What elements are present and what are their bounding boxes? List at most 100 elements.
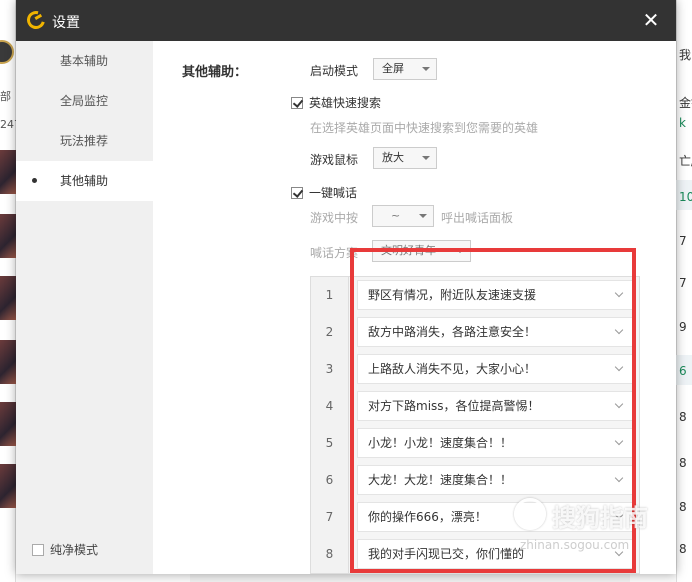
- game-mouse-value: 放大: [382, 151, 404, 164]
- caret-down-icon: [419, 214, 427, 218]
- phrase-select[interactable]: 野区有情况，附近队友速速支援: [357, 280, 635, 310]
- sidebar-item-label: 玩法推荐: [60, 134, 109, 148]
- dialog-titlebar[interactable]: 设置 ✕: [16, 0, 676, 41]
- phrase-number: 1: [311, 277, 349, 314]
- checkbox-checked-icon: [291, 187, 303, 199]
- background-right-text: 6: [679, 364, 687, 378]
- sidebar-item-label: 其他辅助: [60, 174, 109, 188]
- background-hero-thumb: [0, 464, 16, 508]
- checkbox-icon: [32, 544, 44, 556]
- background-hero-thumb: [0, 214, 16, 258]
- phrase-select[interactable]: 小龙！小龙！速度集合！！: [357, 428, 635, 458]
- table-row: 5 小龙！小龙！速度集合！！: [311, 425, 639, 462]
- table-row: 6 大龙！大龙！速度集合！！: [311, 462, 639, 499]
- settings-content: 其他辅助： 启动模式 全屏 英雄快速搜索 在选择英雄页面中快速搜索到您需要的英雄…: [153, 41, 676, 574]
- phrase-number: 7: [311, 499, 349, 536]
- background-left-text: 247: [0, 118, 16, 131]
- phrase-number: 5: [311, 425, 349, 462]
- background-hero-thumb: [0, 150, 16, 194]
- sidebar-item-basic-assist[interactable]: 基本辅助: [16, 41, 153, 81]
- background-right-text: 8: [679, 500, 687, 514]
- game-mouse-label: 游戏鼠标: [310, 153, 359, 167]
- caret-down-icon: [422, 156, 430, 160]
- in-game-press-suffix: 呼出喊话面板: [441, 211, 514, 225]
- section-title: 其他辅助：: [182, 65, 248, 80]
- background-right-text: 9: [679, 320, 687, 334]
- watermark-text: 搜狗指南: [552, 504, 648, 532]
- phrase-text: 我的对手闪现已交，你们懂的: [368, 547, 525, 561]
- in-game-press-label: 游戏中按: [310, 211, 359, 225]
- dialog-title: 设置: [52, 15, 80, 31]
- background-right-text: 亡/: [679, 154, 692, 168]
- background-right-text: 10: [679, 190, 692, 204]
- hero-search-checkbox[interactable]: 英雄快速搜索: [291, 95, 381, 111]
- shout-plan-select[interactable]: 文明好青年: [372, 240, 471, 262]
- launch-mode-value: 全屏: [382, 62, 404, 75]
- shout-plan-label: 喊话方案: [310, 246, 359, 260]
- caret-down-icon: [456, 249, 464, 253]
- phrase-select[interactable]: 上路敌人消失不见，大家小心！: [357, 354, 635, 384]
- settings-dialog: 设置 ✕ 基本辅助 全局监控 玩法推荐 其他辅助 纯净模式 其他辅助： 启动模式…: [16, 0, 676, 574]
- table-row: 1 野区有情况，附近队友速速支援: [311, 277, 639, 314]
- chevron-down-icon: [614, 473, 624, 483]
- phrase-text: 对方下路miss，各位提高警惕！: [368, 399, 540, 413]
- phrase-text: 你的操作666，漂亮！: [368, 510, 487, 524]
- phrase-select[interactable]: 大龙！大龙！速度集合！！: [357, 465, 635, 495]
- phrase-select[interactable]: 对方下路miss，各位提高警惕！: [357, 391, 635, 421]
- background-hero-thumb: [0, 340, 16, 384]
- sidebar-item-label: 基本辅助: [60, 54, 109, 68]
- app-logo-icon: [23, 7, 49, 33]
- background-right-text: 8: [679, 456, 687, 470]
- chevron-down-icon: [614, 362, 624, 372]
- phrase-number: 3: [311, 351, 349, 388]
- background-right-text: 我的: [679, 48, 692, 62]
- pure-mode-checkbox[interactable]: 纯净模式: [32, 542, 98, 558]
- phrase-select[interactable]: 敌方中路消失，各路注意安全！: [357, 317, 635, 347]
- watermark-subtext: zhinan.sogou.com: [520, 538, 630, 552]
- background-left-panel: 部 247: [0, 0, 16, 582]
- background-right-text: 金钱: [679, 96, 692, 110]
- shout-hotkey-value: ~: [391, 209, 401, 222]
- shout-plan-value: 文明好青年: [381, 244, 436, 257]
- settings-sidebar: 基本辅助 全局监控 玩法推荐 其他辅助 纯净模式: [16, 41, 153, 574]
- table-row: 4 对方下路miss，各位提高警惕！: [311, 388, 639, 425]
- phrase-number: 6: [311, 462, 349, 499]
- active-dot-icon: [32, 178, 37, 183]
- background-hero-thumb: [0, 276, 16, 320]
- sidebar-item-play-recommend[interactable]: 玩法推荐: [16, 121, 153, 161]
- watermark-logo-icon: [514, 498, 546, 530]
- background-right-text: 8: [679, 542, 687, 556]
- launch-mode-select[interactable]: 全屏: [373, 58, 437, 80]
- quick-shout-checkbox[interactable]: 一键喊话: [291, 185, 357, 201]
- pure-mode-label: 纯净模式: [50, 543, 99, 557]
- chevron-down-icon: [614, 288, 624, 298]
- table-row: 3 上路敌人消失不见，大家小心！: [311, 351, 639, 388]
- hero-search-hint: 在选择英雄页面中快速搜索到您需要的英雄: [310, 121, 539, 135]
- background-right-text: 7: [679, 276, 687, 290]
- checkbox-checked-icon: [291, 97, 303, 109]
- background-avatar: [0, 40, 14, 64]
- phrase-number: 2: [311, 314, 349, 351]
- sidebar-item-label: 全局监控: [60, 94, 109, 108]
- hero-search-label: 英雄快速搜索: [309, 96, 382, 110]
- background-hero-thumb: [0, 402, 16, 446]
- background-left-text: 部: [0, 90, 11, 103]
- chevron-down-icon: [614, 325, 624, 335]
- background-right-text: 8: [679, 410, 687, 424]
- phrase-text: 上路敌人消失不见，大家小心！: [368, 362, 537, 376]
- sidebar-item-other-assist[interactable]: 其他辅助: [16, 161, 153, 201]
- table-row: 2 敌方中路消失，各路注意安全！: [311, 314, 639, 351]
- phrase-text: 野区有情况，附近队友速速支援: [368, 288, 537, 302]
- phrase-text: 大龙！大龙！速度集合！！: [368, 473, 513, 487]
- background-right-panel: [676, 0, 692, 582]
- shout-hotkey-select[interactable]: ~: [372, 205, 434, 227]
- game-mouse-select[interactable]: 放大: [373, 147, 437, 169]
- sidebar-item-global-monitor[interactable]: 全局监控: [16, 81, 153, 121]
- background-right-text: 7: [679, 234, 687, 248]
- close-button[interactable]: ✕: [640, 8, 662, 32]
- background-right-text: k: [679, 116, 686, 130]
- launch-mode-label: 启动模式: [310, 64, 359, 78]
- chevron-down-icon: [614, 436, 624, 446]
- chevron-down-icon: [614, 399, 624, 409]
- phrase-number: 8: [311, 536, 349, 573]
